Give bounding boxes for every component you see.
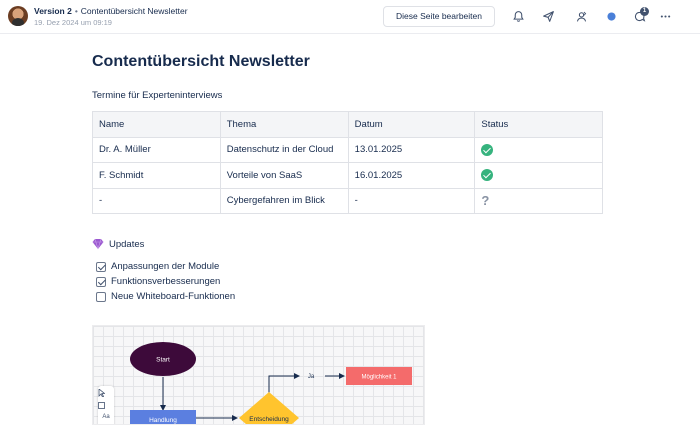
checkbox-checked[interactable]: [96, 261, 106, 272]
task-label: Anpassungen der Module: [111, 261, 220, 272]
cell-name[interactable]: F. Schmidt: [92, 162, 221, 189]
table-header-row: Name Thema Datum Status: [92, 111, 603, 138]
check-icon: [481, 169, 494, 182]
status-dot-icon[interactable]: [603, 8, 619, 24]
cell-topic[interactable]: Datenschutz in der Cloud: [219, 136, 349, 163]
option-label: Möglichkeit 1: [361, 375, 397, 381]
cell-date[interactable]: 16.01.2025: [347, 162, 476, 189]
cell-date[interactable]: -: [347, 187, 476, 214]
page-title: Contentübersicht Newsletter: [92, 53, 310, 70]
comment-count-badge: 1: [640, 7, 649, 16]
question-icon: ?: [481, 193, 490, 209]
top-bar: Version 2 • Contentübersicht Newsletter 19…: [0, 0, 700, 34]
checkbox-checked[interactable]: [96, 276, 106, 287]
section-heading: Termine für Experteninterviews: [92, 90, 223, 101]
cell-status[interactable]: [474, 136, 603, 163]
shape-tool-icon[interactable]: [98, 399, 114, 411]
interview-table: Name Thema Datum Status Dr. A. Müller Da…: [92, 111, 603, 214]
task-item[interactable]: Neue Whiteboard-Funktionen: [96, 291, 235, 302]
bell-icon[interactable]: [510, 8, 526, 24]
updates-label: Updates: [109, 238, 145, 250]
table-row: F. Schmidt Vorteile von SaaS 16.01.2025: [92, 162, 603, 189]
table-row: - Cybergefahren im Blick - ?: [92, 187, 603, 214]
checkbox-unchecked[interactable]: [96, 291, 106, 302]
task-label: Funktionsverbesserungen: [111, 276, 221, 287]
cell-date[interactable]: 13.01.2025: [347, 136, 476, 163]
cell-status[interactable]: ?: [474, 187, 603, 214]
separator: •: [74, 6, 78, 16]
header-name: Name: [92, 111, 221, 138]
decision-label: Entscheidung: [249, 416, 289, 423]
cell-name[interactable]: Dr. A. Müller: [92, 136, 221, 163]
action-label: Handlung: [149, 417, 177, 424]
edit-page-button[interactable]: Diese Seite bearbeiten: [383, 6, 495, 27]
flowchart: Start Handlung Entscheidung Ja Möglichke…: [130, 342, 412, 424]
edge-decision-yes: [268, 373, 300, 396]
table-row: Dr. A. Müller Datenschutz in der Cloud 1…: [92, 136, 603, 163]
cell-name[interactable]: -: [92, 187, 221, 214]
header-date: Datum: [347, 111, 476, 138]
task-item[interactable]: Anpassungen der Module: [96, 261, 219, 272]
version-info: Version 2 • Contentübersicht Newsletter: [34, 6, 188, 16]
yes-label: Ja: [308, 374, 315, 380]
cell-status[interactable]: [474, 162, 603, 189]
send-icon[interactable]: [540, 8, 556, 24]
task-label: Neue Whiteboard-Funktionen: [111, 291, 236, 302]
updates-heading: Updates: [92, 238, 144, 250]
version-label: Version 2: [34, 6, 72, 16]
cell-topic[interactable]: Vorteile von SaaS: [219, 162, 349, 189]
header-topic: Thema: [219, 111, 349, 138]
whiteboard[interactable]: Start Handlung Entscheidung Ja Möglichke…: [92, 325, 425, 425]
pointer-tool-icon[interactable]: [98, 387, 114, 399]
start-label: Start: [156, 357, 170, 364]
whiteboard-toolbar: Aa: [98, 386, 114, 424]
version-title: Contentübersicht Newsletter: [80, 6, 188, 16]
user-share-icon[interactable]: [573, 8, 589, 24]
more-icon[interactable]: [657, 8, 673, 24]
version-date: 19. Dez 2024 um 09:19: [34, 18, 112, 27]
avatar[interactable]: [8, 6, 28, 26]
cell-topic[interactable]: Cybergefahren im Blick: [219, 187, 349, 214]
gem-icon: [92, 238, 104, 250]
text-tool[interactable]: Aa: [98, 411, 114, 423]
check-icon: [481, 143, 494, 156]
header-status: Status: [474, 111, 603, 138]
task-item[interactable]: Funktionsverbesserungen: [96, 276, 220, 287]
